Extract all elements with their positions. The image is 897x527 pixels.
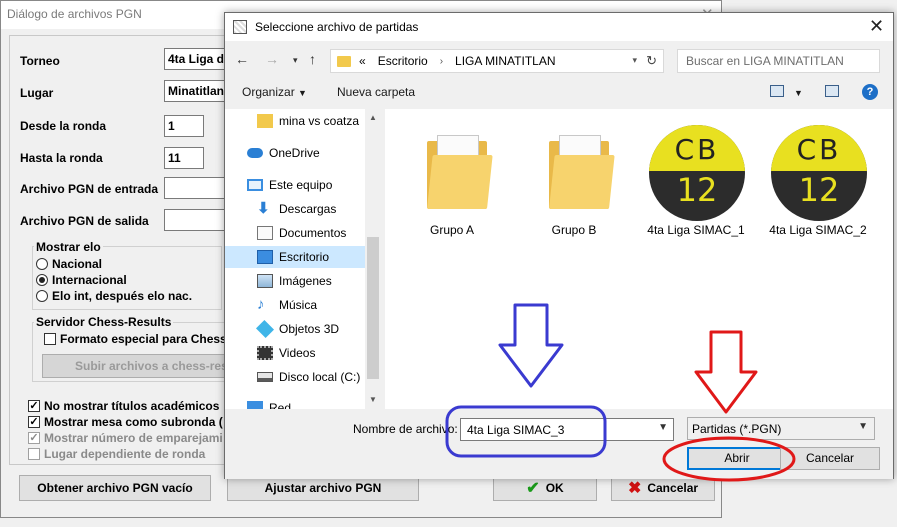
screen: Diálogo de archivos PGN ✕ Torneo 4ta Lig… [0, 0, 897, 527]
red-arrow-annotation [694, 330, 758, 414]
annotation-overlay [445, 303, 796, 482]
blue-arrow-annotation [498, 303, 564, 388]
blue-highlight-annotation [445, 405, 607, 458]
red-highlight-annotation [662, 436, 796, 482]
